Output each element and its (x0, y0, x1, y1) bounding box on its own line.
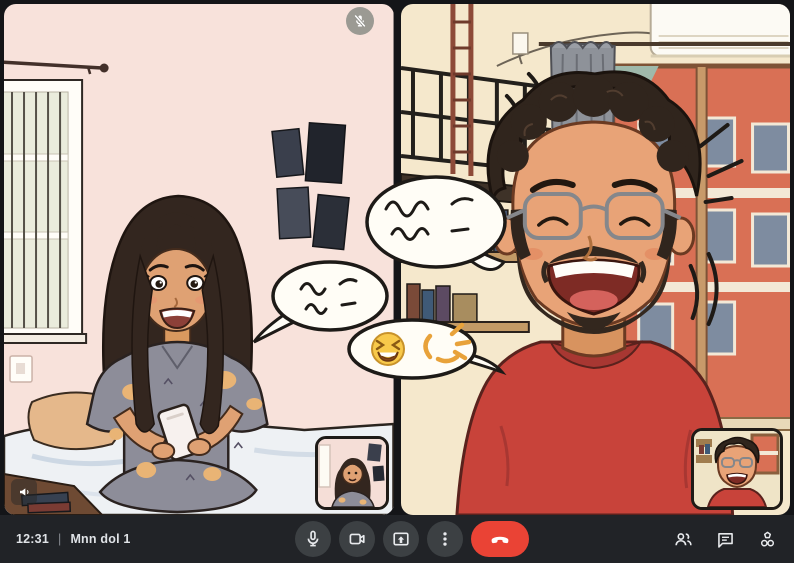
mic-button[interactable] (295, 521, 331, 557)
chat-icon (715, 529, 736, 550)
control-bar: 12:31 | Mnn dol 1 (0, 515, 794, 563)
camera-icon (346, 528, 368, 550)
self-view-pip-right[interactable] (691, 428, 783, 510)
participants-button[interactable] (671, 527, 696, 552)
activities-icon (757, 529, 778, 550)
call-controls (295, 521, 529, 557)
pip-left-scene (318, 439, 386, 507)
present-screen-icon (390, 528, 412, 550)
activities-button[interactable] (755, 527, 780, 552)
end-call-button[interactable] (471, 521, 529, 557)
participants-icon (673, 529, 694, 550)
video-grid (0, 0, 794, 515)
camera-button[interactable] (339, 521, 375, 557)
participant-tile-left[interactable] (4, 4, 394, 515)
clock-time: 12:31 (16, 532, 49, 546)
panel-controls (671, 515, 780, 563)
more-options-icon (434, 528, 456, 550)
chat-button[interactable] (713, 527, 738, 552)
audio-indicator (11, 479, 37, 505)
more-options-button[interactable] (427, 521, 463, 557)
meeting-name: Mnn dol 1 (70, 532, 130, 546)
participant-tile-right[interactable] (401, 4, 791, 515)
speaker-icon (16, 484, 32, 500)
self-view-pip-left[interactable] (315, 436, 389, 510)
microphone-icon (302, 528, 324, 550)
pip-right-scene (694, 431, 780, 507)
mic-muted-indicator (346, 7, 374, 35)
end-call-icon (488, 527, 512, 551)
present-screen-button[interactable] (383, 521, 419, 557)
separator: | (58, 532, 61, 546)
video-call-window: 12:31 | Mnn dol 1 (0, 0, 794, 563)
mic-off-icon (351, 12, 369, 30)
meeting-info: 12:31 | Mnn dol 1 (16, 515, 131, 563)
